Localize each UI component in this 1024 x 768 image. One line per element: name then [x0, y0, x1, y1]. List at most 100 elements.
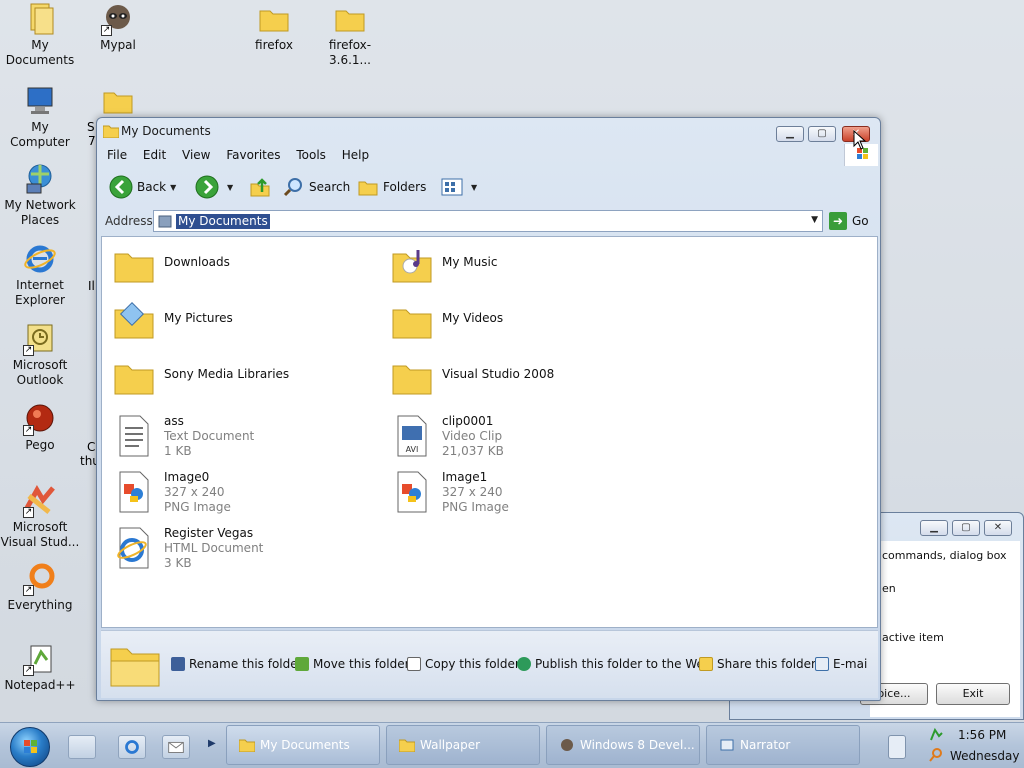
- item-type: HTML Document: [164, 541, 264, 555]
- folder-icon: [390, 300, 434, 344]
- desktop-icon-my-computer[interactable]: My Computer: [0, 84, 80, 150]
- desktop-icon-visual-studio[interactable]: ↗ Microsoft Visual Stud...: [0, 484, 80, 550]
- desktop-icon-label: firefox-3.6.1...: [328, 38, 372, 67]
- quick-launch-show-desktop[interactable]: [68, 735, 96, 759]
- desktop-icon-my-documents[interactable]: My Documents: [0, 2, 80, 68]
- search-icon: [283, 178, 302, 197]
- list-item-image1[interactable]: Image1 327 x 240 PNG Image: [386, 466, 656, 518]
- menu-tools[interactable]: Tools: [290, 146, 332, 164]
- desktop-icon-label: Mypal: [100, 38, 136, 52]
- pictures-folder-icon: [112, 300, 156, 344]
- ie-icon: [23, 242, 57, 276]
- address-input[interactable]: My Documents ▼: [153, 210, 823, 232]
- list-item-downloads[interactable]: Downloads: [108, 240, 378, 292]
- taskbar-item-my-documents[interactable]: My Documents: [226, 725, 380, 765]
- item-dimensions: 327 x 240: [164, 485, 225, 499]
- desktop-icon-pego[interactable]: ↗ Pego: [0, 402, 80, 453]
- publish-web-link[interactable]: Publish this folder to the Web: [517, 657, 711, 671]
- start-button[interactable]: [10, 727, 50, 767]
- desktop-icon-microsoft-outlook[interactable]: ↗ Microsoft Outlook: [0, 322, 80, 388]
- chevron-right-icon[interactable]: ▶: [208, 738, 216, 749]
- desktop-icon-label: Microsoft Visual Stud...: [0, 520, 80, 549]
- list-item-sony-media-libraries[interactable]: Sony Media Libraries: [108, 352, 378, 404]
- back-arrow-icon: [109, 175, 133, 199]
- item-dimensions: 327 x 240: [442, 485, 503, 499]
- chevron-down-icon[interactable]: ▼: [227, 183, 233, 192]
- maximize-button[interactable]: ▢: [808, 126, 836, 142]
- share-folder-link[interactable]: Share this folder: [699, 657, 816, 671]
- up-folder-button[interactable]: [249, 174, 275, 200]
- network-tray-icon[interactable]: [928, 727, 944, 743]
- item-name: Register Vegas: [164, 526, 254, 540]
- quick-launch-outlook[interactable]: [162, 735, 190, 759]
- desktop-icon-label: Pego: [25, 438, 55, 452]
- narrator-exit-button[interactable]: Exit: [936, 683, 1010, 705]
- menu-help[interactable]: Help: [336, 146, 375, 164]
- email-folder-link[interactable]: E-mai: [815, 657, 867, 671]
- taskbar-item-label: Wallpaper: [420, 738, 481, 752]
- desktop-icon-label: Internet Explorer: [15, 278, 65, 307]
- notepadpp-icon: ↗: [23, 642, 57, 676]
- chevron-down-icon[interactable]: ▼: [471, 183, 477, 192]
- clock-day[interactable]: Wednesday: [950, 749, 1019, 763]
- folder-icon: [103, 125, 119, 138]
- narrator-minimize-button[interactable]: ▁: [920, 520, 948, 536]
- move-folder-link[interactable]: Move this folder: [295, 657, 410, 671]
- search-tray-icon[interactable]: [928, 747, 944, 763]
- list-item-register-vegas[interactable]: Register Vegas HTML Document 3 KB: [108, 522, 378, 574]
- avi-video-icon: AVI: [390, 414, 434, 458]
- desktop-icon-firefox-361-folder[interactable]: firefox-3.6.1...: [310, 2, 390, 68]
- narrator-maximize-button[interactable]: ▢: [952, 520, 980, 536]
- taskbar-item-label: Windows 8 Devel...: [580, 738, 695, 752]
- desktop-icon-partial-folder[interactable]: [78, 84, 158, 120]
- desktop-icon-mypal[interactable]: ↗ Mypal: [78, 2, 158, 53]
- item-name: My Videos: [442, 311, 504, 325]
- list-item-visual-studio-2008[interactable]: Visual Studio 2008: [386, 352, 656, 404]
- everything-icon: ↗: [23, 562, 57, 596]
- item-name: Image1: [442, 470, 488, 484]
- minimize-button[interactable]: ▁: [776, 126, 804, 142]
- list-item-my-pictures[interactable]: My Pictures: [108, 296, 378, 348]
- quick-launch-ie[interactable]: [118, 735, 146, 759]
- taskbar-item-wallpaper[interactable]: Wallpaper: [386, 725, 540, 765]
- globe-icon: [517, 657, 531, 671]
- search-button[interactable]: Search: [283, 174, 350, 200]
- clock-time[interactable]: 1:56 PM: [958, 728, 1006, 742]
- chevron-down-icon[interactable]: ▼: [811, 215, 818, 225]
- list-item-image0[interactable]: Image0 327 x 240 PNG Image: [108, 466, 378, 518]
- desktop-icon-notepadpp[interactable]: ↗ Notepad++: [0, 642, 80, 693]
- chevron-down-icon[interactable]: ▼: [170, 183, 176, 192]
- back-button[interactable]: Back ▼: [109, 174, 176, 200]
- list-item-my-videos[interactable]: My Videos: [386, 296, 656, 348]
- explorer-titlebar[interactable]: My Documents ▁ ▢ ✕: [97, 118, 880, 144]
- desktop-icon-my-network-places[interactable]: My Network Places: [0, 162, 80, 228]
- item-size: 1 KB: [164, 444, 192, 458]
- list-item-ass[interactable]: ass Text Document 1 KB: [108, 410, 378, 462]
- rename-folder-link[interactable]: Rename this folder: [171, 657, 303, 671]
- folder-icon: [239, 739, 255, 752]
- email-icon: [815, 657, 829, 671]
- go-button[interactable]: ➜ Go: [829, 212, 869, 230]
- menu-view[interactable]: View: [176, 146, 216, 164]
- desktop-icon-everything[interactable]: ↗ Everything: [0, 562, 80, 613]
- forward-button[interactable]: ▼: [195, 174, 233, 200]
- menu-file[interactable]: File: [101, 146, 133, 164]
- desktop-icon-firefox-folder[interactable]: firefox: [234, 2, 314, 53]
- narrator-close-button[interactable]: ✕: [984, 520, 1012, 536]
- menu-favorites[interactable]: Favorites: [220, 146, 286, 164]
- folders-button[interactable]: Folders: [357, 174, 426, 200]
- network-icon: [23, 162, 57, 196]
- views-button[interactable]: ▼: [441, 174, 477, 200]
- desktop-icon-internet-explorer[interactable]: Internet Explorer: [0, 242, 80, 308]
- taskbar-item-narrator[interactable]: Narrator: [706, 725, 860, 765]
- raccoon-icon: ↗: [101, 2, 135, 36]
- copy-folder-link[interactable]: Copy this folder: [407, 657, 520, 671]
- html-document-icon: [112, 526, 156, 570]
- menu-edit[interactable]: Edit: [137, 146, 172, 164]
- folder-icon: [257, 2, 291, 36]
- taskbar-item-windows-8-devel[interactable]: Windows 8 Devel...: [546, 725, 700, 765]
- list-item-my-music[interactable]: My Music: [386, 240, 656, 292]
- png-image-icon: [112, 470, 156, 514]
- task-label: Publish this folder to the Web: [535, 657, 712, 671]
- list-item-clip0001[interactable]: AVI clip0001 Video Clip 21,037 KB: [386, 410, 656, 462]
